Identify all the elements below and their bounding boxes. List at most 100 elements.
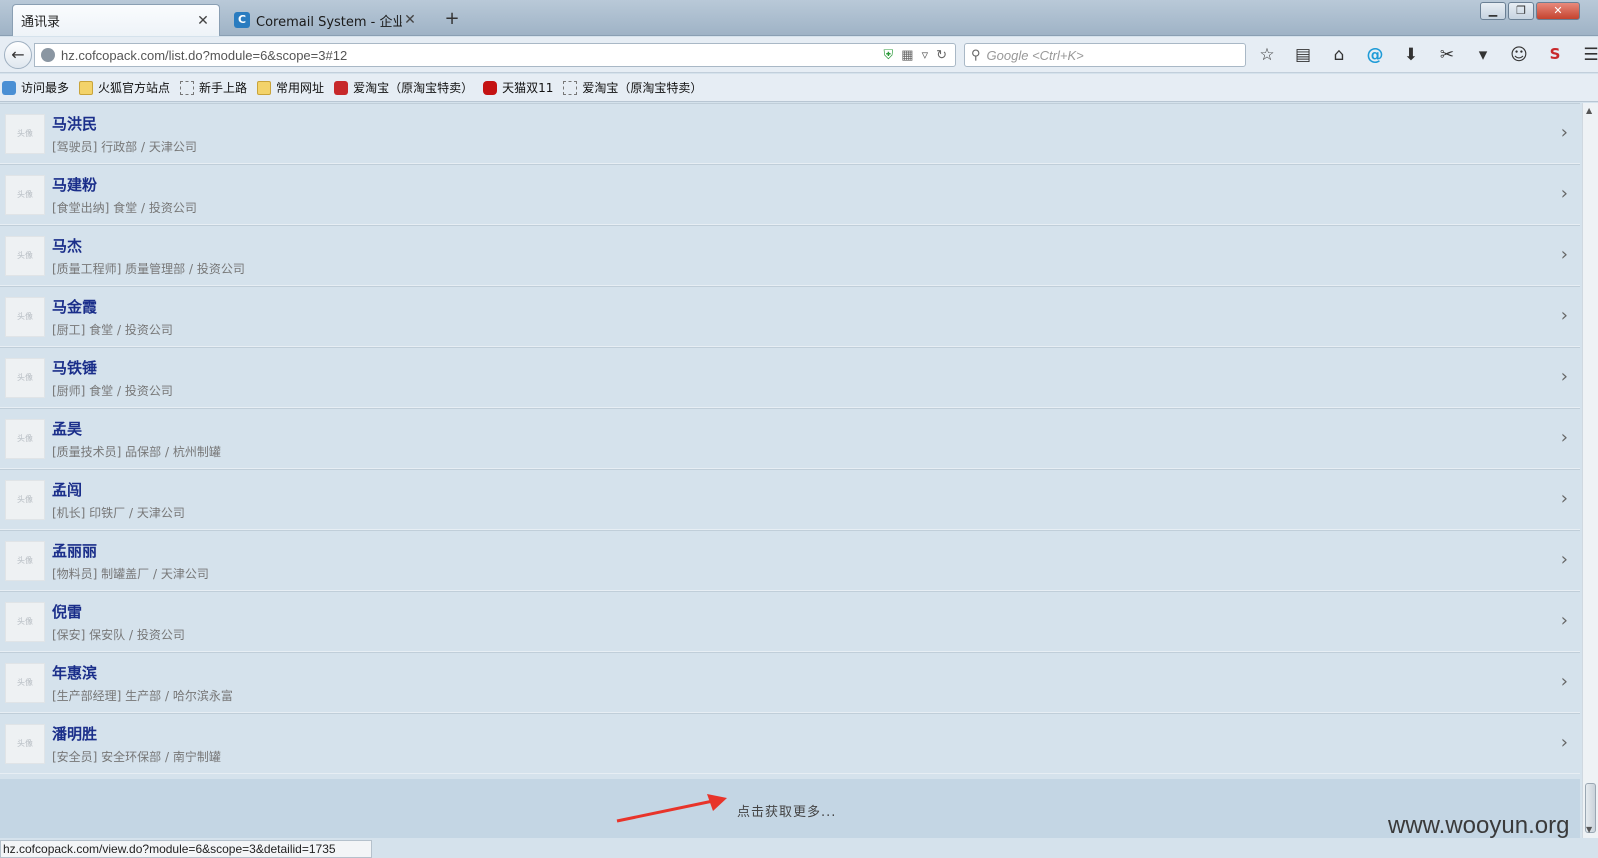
folder-icon xyxy=(257,80,272,95)
bookmark-label: 访问最多 xyxy=(21,81,70,95)
bookmark-label: 爱淘宝（原淘宝特卖） xyxy=(353,81,474,95)
contact-detail: [质量工程师] 质量管理部 / 投资公司 xyxy=(52,261,245,276)
contact-row[interactable]: 头像 马铁锤 [厨师] 食堂 / 投资公司 › xyxy=(0,347,1580,408)
bookmark-most-visited[interactable]: 访问最多 xyxy=(2,79,69,96)
contact-row[interactable]: 头像 马金霞 [厨工] 食堂 / 投资公司 › xyxy=(0,286,1580,347)
avatar: 头像 xyxy=(5,479,45,520)
minimize-button[interactable]: ▁ xyxy=(1480,2,1506,20)
taobao-icon xyxy=(334,80,349,95)
contact-row[interactable]: 头像 马洪民 [驾驶员] 行政部 / 天津公司 › xyxy=(0,103,1580,164)
chevron-right-icon[interactable]: › xyxy=(1561,671,1568,692)
contact-row[interactable]: 头像 马建粉 [食堂出纳] 食堂 / 投资公司 › xyxy=(0,164,1580,225)
contact-row[interactable]: 头像 年惠滨 [生产部经理] 生产部 / 哈尔滨永富 › xyxy=(0,652,1580,713)
contact-detail: [厨师] 食堂 / 投资公司 xyxy=(52,383,173,398)
load-more-link[interactable]: 点击获取更多... xyxy=(737,801,836,820)
bookmark-star-icon[interactable]: ☆ xyxy=(1256,45,1278,65)
bookmark-label: 天猫双11 xyxy=(502,81,554,95)
chevron-right-icon[interactable]: › xyxy=(1561,244,1568,265)
vertical-scrollbar[interactable]: ▲ ▼ xyxy=(1582,103,1598,838)
contact-name[interactable]: 孟丽丽 xyxy=(52,540,209,561)
avatar: 头像 xyxy=(5,418,45,459)
load-more-bar[interactable]: 点击获取更多... xyxy=(0,779,1580,838)
status-bar: hz.cofcopack.com/view.do?module=6&scope=… xyxy=(0,840,372,858)
contact-detail: [厨工] 食堂 / 投资公司 xyxy=(52,322,173,337)
search-icon: ⚲ xyxy=(971,47,981,62)
contact-row[interactable]: 头像 孟昊 [质量技术员] 品保部 / 杭州制罐 › xyxy=(0,408,1580,469)
contact-name[interactable]: 马建粉 xyxy=(52,174,197,195)
contact-row[interactable]: 头像 孟闯 [机长] 印铁厂 / 天津公司 › xyxy=(0,469,1580,530)
url-text[interactable]: hz.cofcopack.com/list.do?module=6&scope=… xyxy=(61,48,884,63)
reading-list-icon[interactable]: ▤ xyxy=(1292,45,1314,65)
chat-icon[interactable]: ☺ xyxy=(1508,45,1530,65)
avatar: 头像 xyxy=(5,174,45,215)
site-identity-icon[interactable] xyxy=(41,48,55,62)
contact-detail: [物料员] 制罐盖厂 / 天津公司 xyxy=(52,566,209,581)
bookmark-label: 常用网址 xyxy=(276,81,325,95)
avatar: 头像 xyxy=(5,357,45,398)
contact-name[interactable]: 倪雷 xyxy=(52,601,185,622)
avatar: 头像 xyxy=(5,601,45,642)
page-icon xyxy=(563,80,578,95)
bookmark-tmall[interactable]: 天猫双11 xyxy=(483,79,553,96)
bookmark-firefox-site[interactable]: 火狐官方站点 xyxy=(79,79,170,96)
email-icon[interactable]: @ xyxy=(1364,45,1386,65)
scroll-up-icon[interactable]: ▲ xyxy=(1586,106,1592,115)
bookmark-getting-started[interactable]: 新手上路 xyxy=(180,79,247,96)
bookmarks-bar: 访问最多 火狐官方站点 新手上路 常用网址 爱淘宝（原淘宝特卖） 天猫双11 爱… xyxy=(0,74,1598,102)
shield-icon[interactable]: ⛨ xyxy=(884,47,894,63)
address-bar[interactable]: hz.cofcopack.com/list.do?module=6&scope=… xyxy=(34,43,956,67)
restore-button[interactable]: ❐ xyxy=(1508,2,1534,20)
contact-name[interactable]: 马金霞 xyxy=(52,296,173,317)
contact-name[interactable]: 潘明胜 xyxy=(52,723,221,744)
contact-detail: [质量技术员] 品保部 / 杭州制罐 xyxy=(52,444,221,459)
chevron-right-icon[interactable]: › xyxy=(1561,610,1568,631)
contact-detail: [保安] 保安队 / 投资公司 xyxy=(52,627,185,642)
contact-detail: [安全员] 安全环保部 / 南宁制罐 xyxy=(52,749,221,764)
chevron-right-icon[interactable]: › xyxy=(1561,305,1568,326)
chevron-right-icon[interactable]: › xyxy=(1561,183,1568,204)
chevron-down-icon[interactable]: ▾ xyxy=(1472,45,1494,65)
close-window-button[interactable]: ✕ xyxy=(1536,2,1580,20)
chevron-right-icon[interactable]: › xyxy=(1561,549,1568,570)
bookmark-aitaobao-2[interactable]: 爱淘宝（原淘宝特卖） xyxy=(563,79,702,96)
chevron-right-icon[interactable]: › xyxy=(1561,732,1568,753)
contact-row[interactable]: 头像 倪雷 [保安] 保安队 / 投资公司 › xyxy=(0,591,1580,652)
back-button[interactable]: ← xyxy=(4,41,32,69)
toolbar-icons: ☆ ▤ ⌂ @ ⬇ ✂ ▾ ☺ S ☰ xyxy=(1256,45,1598,65)
bookmark-label: 火狐官方站点 xyxy=(98,81,171,95)
search-box[interactable]: ⚲ Google <Ctrl+K> xyxy=(964,43,1246,67)
contact-name[interactable]: 马洪民 xyxy=(52,113,197,134)
chevron-right-icon[interactable]: › xyxy=(1561,122,1568,143)
bookmark-common-sites[interactable]: 常用网址 xyxy=(257,79,324,96)
chevron-right-icon[interactable]: › xyxy=(1561,427,1568,448)
contact-name[interactable]: 孟昊 xyxy=(52,418,221,439)
contact-list: 头像 马洪民 [驾驶员] 行政部 / 天津公司 › 头像 马建粉 [食堂出纳] 食堂… xyxy=(0,103,1580,774)
qr-code-icon[interactable]: ▦ xyxy=(901,47,913,63)
bookmark-aitaobao[interactable]: 爱淘宝（原淘宝特卖） xyxy=(334,79,473,96)
screenshot-icon[interactable]: ✂ xyxy=(1436,45,1458,65)
contact-row[interactable]: 头像 马杰 [质量工程师] 质量管理部 / 投资公司 › xyxy=(0,225,1580,286)
contact-detail: [生产部经理] 生产部 / 哈尔滨永富 xyxy=(52,688,233,703)
reload-icon[interactable]: ↻ xyxy=(936,47,947,63)
navigation-bar: ← hz.cofcopack.com/list.do?module=6&scop… xyxy=(0,37,1598,73)
scroll-down-icon[interactable]: ▼ xyxy=(1586,825,1592,834)
contact-row[interactable]: 头像 孟丽丽 [物料员] 制罐盖厂 / 天津公司 › xyxy=(0,530,1580,591)
sj-extension-icon[interactable]: S xyxy=(1544,45,1566,65)
home-icon[interactable]: ⌂ xyxy=(1328,45,1350,65)
tab-contacts[interactable]: 通讯录 ✕ xyxy=(12,4,220,36)
dropdown-icon[interactable]: ▿ xyxy=(922,47,929,63)
menu-icon[interactable]: ☰ xyxy=(1580,45,1598,65)
contact-name[interactable]: 马杰 xyxy=(52,235,245,256)
chevron-right-icon[interactable]: › xyxy=(1561,488,1568,509)
contact-detail: [驾驶员] 行政部 / 天津公司 xyxy=(52,139,197,154)
contact-name[interactable]: 马铁锤 xyxy=(52,357,173,378)
new-tab-button[interactable]: + xyxy=(440,8,464,29)
contact-row[interactable]: 头像 潘明胜 [安全员] 安全环保部 / 南宁制罐 › xyxy=(0,713,1580,774)
download-icon[interactable]: ⬇ xyxy=(1400,45,1422,65)
chevron-right-icon[interactable]: › xyxy=(1561,366,1568,387)
tab-coremail[interactable]: C Coremail System - 企业... ✕ xyxy=(226,4,426,36)
contact-name[interactable]: 年惠滨 xyxy=(52,662,233,683)
close-tab-icon[interactable]: ✕ xyxy=(402,12,418,28)
close-tab-icon[interactable]: ✕ xyxy=(195,13,211,29)
contact-name[interactable]: 孟闯 xyxy=(52,479,185,500)
